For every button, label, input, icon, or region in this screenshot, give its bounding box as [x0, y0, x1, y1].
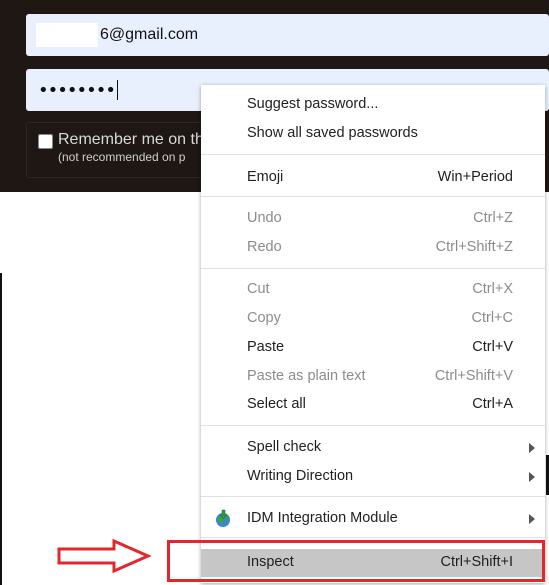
menu-item-shortcut: Ctrl+Z: [473, 210, 513, 226]
menu-item-shortcut: Ctrl+Shift+Z: [435, 239, 513, 255]
menu-item-spell-check[interactable]: Spell check: [201, 435, 545, 461]
text-caret: [116, 80, 118, 100]
menu-item-shortcut: Win+Period: [437, 169, 513, 185]
page-edge-line: [0, 273, 2, 585]
menu-separator: [201, 425, 545, 426]
menu-item-paste[interactable]: Paste Ctrl+V: [201, 335, 545, 361]
menu-item-shortcut: Ctrl+Shift+V: [434, 368, 513, 384]
menu-item-label: Suggest password...: [247, 96, 379, 112]
menu-item-label: Copy: [247, 310, 281, 326]
annotation-highlight-box: [167, 540, 545, 582]
menu-item-label: Redo: [247, 239, 282, 255]
menu-item-label: Spell check: [247, 439, 322, 455]
menu-item-shortcut: Ctrl+C: [471, 310, 514, 326]
menu-item-show-saved-passwords[interactable]: Show all saved passwords: [201, 121, 545, 147]
remember-me-note: (not recommended on p: [58, 150, 186, 164]
submenu-arrow-icon: [529, 472, 535, 482]
menu-item-label: Paste as plain text: [247, 368, 366, 384]
menu-item-label: Undo: [247, 210, 282, 226]
submenu-arrow-icon: [529, 514, 535, 524]
menu-item-label: Cut: [247, 281, 270, 297]
redaction-block: [36, 23, 98, 47]
menu-item-label: Show all saved passwords: [247, 125, 418, 141]
menu-item-label: IDM Integration Module: [247, 510, 398, 526]
menu-item-shortcut: Ctrl+A: [472, 396, 513, 412]
menu-item-shortcut: Ctrl+X: [472, 281, 513, 297]
right-arrow-icon: [57, 538, 152, 574]
menu-separator: [201, 496, 545, 497]
menu-item-undo[interactable]: Undo Ctrl+Z: [201, 206, 545, 232]
menu-item-label: Emoji: [247, 169, 284, 185]
context-menu: Suggest password... Show all saved passw…: [201, 85, 545, 583]
menu-item-idm-integration[interactable]: IDM Integration Module: [201, 506, 545, 532]
remember-me-checkbox[interactable]: [38, 134, 53, 149]
menu-item-redo[interactable]: Redo Ctrl+Shift+Z: [201, 235, 545, 261]
menu-separator: [201, 537, 545, 538]
menu-item-select-all[interactable]: Select all Ctrl+A: [201, 392, 545, 418]
menu-item-cut[interactable]: Cut Ctrl+X: [201, 277, 545, 303]
menu-item-label: Select all: [247, 396, 306, 412]
menu-separator: [201, 268, 545, 269]
menu-item-label: Paste: [247, 339, 285, 355]
menu-separator: [201, 154, 545, 155]
menu-item-suggest-password[interactable]: Suggest password...: [201, 92, 545, 118]
idm-globe-icon: [216, 509, 230, 527]
remember-me-label[interactable]: Remember me on th: [58, 131, 204, 149]
password-value: ••••••••: [38, 79, 116, 101]
menu-item-emoji[interactable]: Emoji Win+Period: [201, 165, 545, 191]
menu-separator: [201, 196, 545, 197]
page-background-gap: [0, 192, 14, 273]
menu-item-copy[interactable]: Copy Ctrl+C: [201, 306, 545, 332]
menu-item-label: Writing Direction: [247, 468, 354, 484]
menu-item-paste-plain-text[interactable]: Paste as plain text Ctrl+Shift+V: [201, 364, 545, 390]
email-value: 6@gmail.com: [100, 26, 199, 43]
submenu-arrow-icon: [529, 443, 535, 453]
menu-item-writing-direction[interactable]: Writing Direction: [201, 464, 545, 490]
email-field[interactable]: 6@gmail.com: [26, 14, 549, 56]
menu-item-shortcut: Ctrl+V: [472, 339, 513, 355]
